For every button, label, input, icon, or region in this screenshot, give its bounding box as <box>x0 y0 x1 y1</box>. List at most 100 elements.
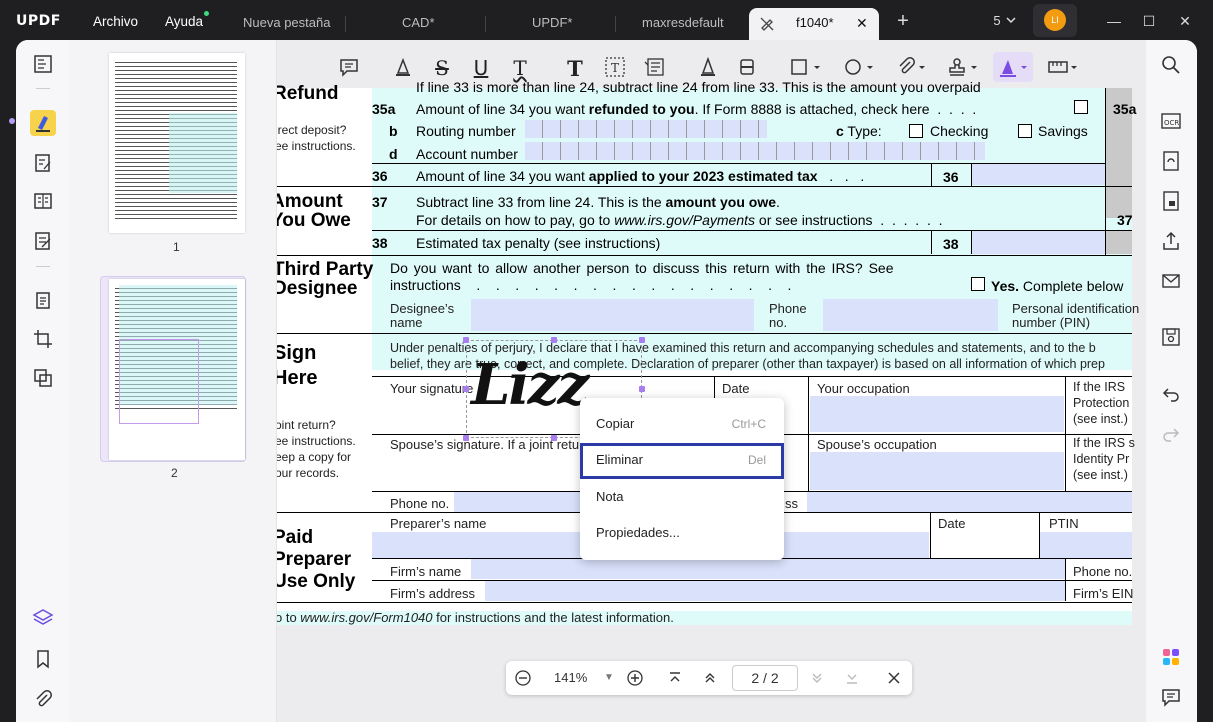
previous-page-icon[interactable] <box>699 667 721 689</box>
bookmark-icon[interactable] <box>32 648 54 670</box>
undo-icon[interactable] <box>1160 383 1182 405</box>
firm-name-field[interactable] <box>471 559 1065 579</box>
zoom-level[interactable]: 141% <box>554 670 587 685</box>
text-box-icon[interactable]: T <box>604 56 626 78</box>
email-field[interactable] <box>807 492 1132 512</box>
account-number-field[interactable] <box>525 142 985 160</box>
share-icon[interactable] <box>1160 230 1182 252</box>
minimize-icon[interactable]: — <box>1103 10 1125 32</box>
search-icon[interactable] <box>1160 54 1182 76</box>
organize-icon[interactable] <box>32 190 54 212</box>
signature-stamp[interactable]: Lizz <box>471 352 589 418</box>
edit-pdf-icon[interactable] <box>32 152 54 174</box>
eraser-icon[interactable] <box>736 56 758 78</box>
reader-icon[interactable] <box>32 53 54 75</box>
attachment-icon[interactable] <box>32 688 54 710</box>
convert-icon[interactable] <box>1160 150 1182 172</box>
protect-icon[interactable] <box>1160 190 1182 212</box>
your-occupation-field[interactable] <box>810 396 1064 432</box>
zoom-out-icon[interactable] <box>512 667 534 689</box>
strikethrough-icon[interactable]: S <box>431 56 453 80</box>
form-icon[interactable] <box>32 230 54 252</box>
resize-handle[interactable] <box>551 435 557 441</box>
stamp-shape-icon[interactable] <box>843 56 877 78</box>
text-comment-icon[interactable]: T <box>564 56 586 81</box>
squiggly-icon[interactable]: T <box>509 56 531 80</box>
form-8888-checkbox[interactable] <box>1074 100 1088 114</box>
layers-icon[interactable] <box>32 607 54 629</box>
tab-divider <box>615 16 616 32</box>
stamp-icon[interactable] <box>947 56 981 78</box>
savings-checkbox[interactable] <box>1018 124 1032 138</box>
line-38-amount-field[interactable] <box>972 231 1105 254</box>
phone-no-field[interactable] <box>454 492 584 512</box>
shape-icon[interactable] <box>790 56 824 78</box>
menu-item-eliminar[interactable]: Eliminar Del <box>580 443 784 479</box>
resize-handle[interactable] <box>551 337 557 343</box>
form1040-link[interactable]: www.irs.gov/Form1040 <box>300 610 432 625</box>
resize-handle[interactable] <box>639 386 645 392</box>
next-page-icon[interactable] <box>806 667 828 689</box>
close-nav-icon[interactable] <box>883 667 905 689</box>
checking-checkbox[interactable] <box>909 124 923 138</box>
ocr-icon[interactable]: OCR <box>1160 110 1182 132</box>
page-thumbnail-2[interactable] <box>109 279 245 460</box>
tab-close-icon[interactable]: ✕ <box>856 8 868 38</box>
pencil-icon[interactable] <box>697 56 719 78</box>
resize-handle[interactable] <box>463 435 469 441</box>
crop-icon[interactable] <box>32 328 54 350</box>
resize-handle[interactable] <box>463 337 469 343</box>
last-page-icon[interactable] <box>841 667 863 689</box>
menu-item-copiar[interactable]: Copiar Ctrl+C <box>580 407 784 441</box>
section-third-party: Designee <box>277 278 358 299</box>
ai-assistant-icon[interactable] <box>1160 646 1182 668</box>
highlight-icon[interactable] <box>392 56 414 78</box>
zoom-in-icon[interactable] <box>624 667 646 689</box>
spouse-occupation-field[interactable] <box>810 452 1064 490</box>
first-page-icon[interactable] <box>664 667 686 689</box>
comment-tool-icon[interactable] <box>30 110 56 136</box>
compare-icon[interactable] <box>32 367 54 389</box>
underline-icon[interactable]: U <box>470 56 492 80</box>
menu-ayuda[interactable]: Ayuda <box>165 11 210 29</box>
tab-maxresdefault[interactable]: maxresdefault <box>642 9 724 37</box>
tab-cad[interactable]: CAD* <box>402 9 435 37</box>
page-thumbnail-1[interactable] <box>109 53 245 233</box>
menu-item-nota[interactable]: Nota <box>580 480 784 514</box>
tab-f1040[interactable]: f1040* ✕ <box>749 8 879 42</box>
resize-handle[interactable] <box>463 386 469 392</box>
menu-item-propiedades[interactable]: Propiedades... <box>580 516 784 550</box>
page-number-input[interactable]: 2 / 2 <box>732 665 798 691</box>
line-36-amount-field[interactable] <box>972 164 1105 185</box>
payments-link[interactable]: www.irs.gov/Payments <box>614 212 755 228</box>
account-type-label: c Type: <box>836 123 882 139</box>
designee-name-field[interactable] <box>471 299 754 331</box>
tab-updf[interactable]: UPDF* <box>532 9 572 37</box>
text-callout-icon[interactable] <box>643 56 665 78</box>
maximize-icon[interactable]: ☐ <box>1138 10 1160 32</box>
signature-tool-icon[interactable] <box>993 52 1033 82</box>
zoom-dropdown-icon[interactable]: ▼ <box>598 667 620 689</box>
menu-archivo[interactable]: Archivo <box>93 14 138 29</box>
email-icon[interactable] <box>1160 270 1182 292</box>
chevron-down-icon[interactable] <box>1000 10 1022 32</box>
measure-icon[interactable] <box>1047 56 1081 78</box>
line-37-details-label: For details on how to pay, go to <box>416 212 615 228</box>
redo-icon[interactable] <box>1160 423 1182 445</box>
tab-nueva-pestana[interactable]: Nueva pestaña <box>243 9 330 37</box>
attachment-tool-icon[interactable] <box>895 56 929 78</box>
line-37-details: For details on how to pay, go to www.irs… <box>416 212 943 228</box>
pages-icon[interactable] <box>32 290 54 312</box>
comments-panel-icon[interactable] <box>1160 686 1182 708</box>
yes-checkbox[interactable] <box>971 277 985 291</box>
new-tab-icon[interactable]: + <box>892 10 914 32</box>
resize-handle[interactable] <box>639 337 645 343</box>
routing-number-field[interactable] <box>525 120 767 138</box>
avatar[interactable]: LI <box>1044 9 1066 31</box>
save-icon[interactable] <box>1160 326 1182 348</box>
firm-address-field[interactable] <box>485 581 1065 601</box>
sticky-note-icon[interactable] <box>338 56 360 78</box>
designee-phone-field[interactable] <box>823 299 998 331</box>
window-close-icon[interactable]: ✕ <box>1174 10 1196 32</box>
ptin-field[interactable] <box>1040 532 1132 558</box>
